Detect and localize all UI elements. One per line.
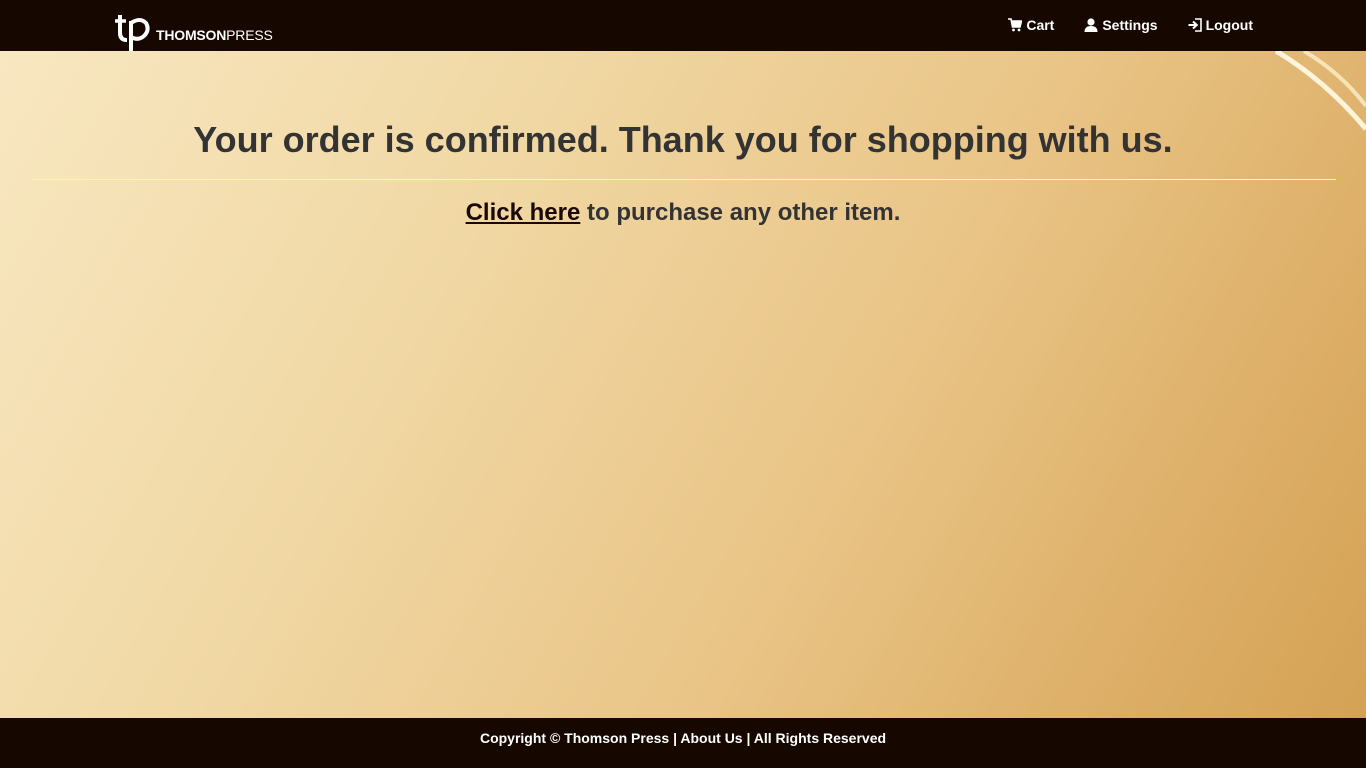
footer-separator: | <box>669 730 681 746</box>
cart-label: Cart <box>1026 16 1055 33</box>
log-in-arrow-icon <box>1188 17 1202 32</box>
top-navbar: THOMSONPRESS Cart Settings Logout <box>0 0 1366 51</box>
nav-links: Cart Settings Logout <box>978 0 1253 51</box>
brand-logo[interactable]: THOMSONPRESS <box>114 13 273 51</box>
about-us-link[interactable]: About Us <box>680 730 742 746</box>
brand-name-regular: PRESS <box>226 27 273 43</box>
footer-separator: | <box>742 730 754 746</box>
main-content: Your order is confirmed. Thank you for s… <box>0 51 1366 718</box>
tp-logo-icon <box>115 15 150 51</box>
logout-label: Logout <box>1205 16 1253 33</box>
logout-link[interactable]: Logout <box>1188 17 1253 33</box>
copyright-text: Copyright © Thomson Press <box>479 730 670 746</box>
confirmation-heading: Your order is confirmed. Thank you for s… <box>193 119 1173 160</box>
divider <box>32 179 1336 180</box>
user-icon <box>1084 17 1098 32</box>
shopping-cart-icon <box>1008 17 1023 31</box>
brand-name: THOMSONPRESS <box>156 27 273 43</box>
purchase-more-text: Click here to purchase any other item. <box>0 199 1366 227</box>
settings-link[interactable]: Settings <box>1084 16 1158 33</box>
brand-name-bold: THOMSON <box>156 27 227 43</box>
footer: Copyright © Thomson Press | About Us | A… <box>0 718 1366 768</box>
cart-link[interactable]: Cart <box>1008 17 1054 33</box>
rights-text: All Rights Reserved <box>753 730 887 746</box>
settings-label: Settings <box>1102 16 1158 33</box>
click-here-link[interactable]: Click here <box>466 199 581 226</box>
purchase-more-suffix: to purchase any other item. <box>580 199 901 226</box>
